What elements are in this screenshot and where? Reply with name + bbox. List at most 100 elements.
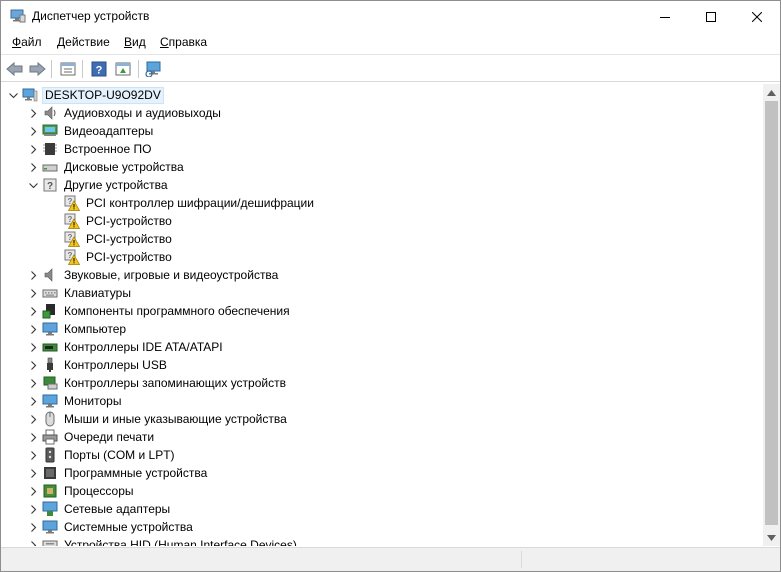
chevron-right-icon[interactable] — [29, 487, 38, 496]
tree-category-item[interactable]: Звуковые, игровые и видеоустройства — [28, 266, 280, 284]
chevron-right-icon[interactable] — [29, 289, 38, 298]
tree-category-label: Программные устройства — [64, 465, 208, 480]
chevron-right-icon[interactable] — [29, 451, 38, 460]
help-button[interactable]: ? — [88, 58, 110, 80]
chevron-down-icon[interactable] — [9, 91, 18, 100]
status-divider — [521, 551, 522, 568]
tree-device-item[interactable]: ? PCI контроллер шифрации/дешифрации — [64, 194, 316, 212]
chevron-right-icon[interactable] — [29, 541, 38, 546]
tree-category-label: Мониторы — [64, 393, 122, 408]
maximize-button[interactable] — [688, 1, 734, 32]
scroll-down-icon — [767, 534, 776, 541]
menu-bar: Файл Действие Вид Справка — [1, 32, 780, 53]
close-icon — [752, 11, 762, 22]
chevron-down-icon[interactable] — [29, 181, 38, 190]
vertical-scrollbar[interactable] — [763, 84, 780, 546]
chevron-right-icon[interactable] — [29, 433, 38, 442]
tree-category-label: Дисковые устройства — [64, 159, 184, 174]
tree-category-item[interactable]: Порты (COM и LPT) — [28, 446, 177, 464]
tree-category-label: Мыши и иные указывающие устройства — [64, 411, 287, 426]
chevron-right-icon[interactable] — [29, 469, 38, 478]
properties-button[interactable] — [57, 58, 79, 80]
scroll-thumb[interactable] — [765, 101, 778, 525]
tree-category-label: Контроллеры IDE ATA/ATAPI — [64, 339, 223, 354]
display-adapter-icon — [42, 124, 58, 136]
port-icon — [45, 447, 55, 463]
tree-category-label: Клавиатуры — [64, 285, 131, 300]
tree-category-label: Контроллеры запоминающих устройств — [64, 375, 286, 390]
tree-category-item[interactable]: Программные устройства — [28, 464, 209, 482]
tree-category-label: Порты (COM и LPT) — [64, 447, 175, 462]
chevron-right-icon[interactable] — [29, 109, 38, 118]
firmware-icon — [43, 143, 57, 155]
software-device-icon — [44, 467, 56, 479]
scan-hardware-icon — [145, 61, 161, 77]
chevron-right-icon[interactable] — [29, 271, 38, 280]
forward-button[interactable] — [26, 58, 48, 80]
tree-category-item[interactable]: Компоненты программного обеспечения — [28, 302, 292, 320]
device-manager-icon — [10, 9, 26, 23]
other-devices-icon: ? — [43, 178, 57, 192]
tree-device-item[interactable]: ? PCI-устройство — [64, 212, 174, 230]
ide-controller-icon — [42, 343, 58, 352]
computer-icon — [22, 88, 38, 102]
tree-category-item[interactable]: Мыши и иные указывающие устройства — [28, 410, 289, 428]
tree-category-label: Системные устройства — [64, 519, 193, 534]
chevron-right-icon[interactable] — [29, 307, 38, 316]
close-button[interactable] — [734, 1, 780, 32]
menu-action[interactable]: Действие — [57, 35, 110, 50]
scroll-down-button[interactable] — [763, 529, 780, 546]
menu-help[interactable]: Справка — [160, 35, 207, 50]
tree-category-item[interactable]: Компьютер — [28, 320, 128, 338]
tree-category-item[interactable]: Контроллеры запоминающих устройств — [28, 374, 288, 392]
tree-category-label: Процессоры — [64, 483, 134, 498]
tree-root-node[interactable]: DESKTOP-U9O92DV — [8, 86, 164, 104]
toolbar-separator — [138, 60, 139, 78]
chevron-right-icon[interactable] — [29, 397, 38, 406]
tree-category-item[interactable]: Очереди печати — [28, 428, 156, 446]
tree-category-item[interactable]: ? Другие устройства — [28, 176, 170, 194]
tree-device-label: PCI-устройство — [86, 213, 172, 228]
minimize-icon — [660, 16, 670, 18]
title-bar[interactable]: Диспетчер устройств — [1, 1, 780, 32]
tree-device-item[interactable]: ? PCI-устройство — [64, 248, 174, 266]
tree-category-item[interactable]: Системные устройства — [28, 518, 195, 536]
back-button[interactable] — [4, 58, 26, 80]
scan-hardware-button[interactable] — [143, 58, 165, 80]
tree-category-item[interactable]: Устройства HID (Human Interface Devices) — [28, 536, 299, 546]
chevron-right-icon[interactable] — [29, 361, 38, 370]
chevron-right-icon[interactable] — [29, 127, 38, 136]
chevron-right-icon[interactable] — [29, 325, 38, 334]
tree-category-item[interactable]: Мониторы — [28, 392, 123, 410]
minimize-button[interactable] — [642, 1, 688, 32]
hid-icon — [42, 540, 58, 546]
chevron-right-icon[interactable] — [29, 163, 38, 172]
chevron-right-icon[interactable] — [29, 379, 38, 388]
device-tree[interactable]: DESKTOP-U9O92DV Аудиовходы и аудиовыходы… — [2, 84, 763, 546]
tree-category-item[interactable]: Аудиовходы и аудиовыходы — [28, 104, 223, 122]
chevron-right-icon[interactable] — [29, 415, 38, 424]
tree-device-label: PCI-устройство — [86, 231, 172, 246]
chevron-right-icon[interactable] — [29, 505, 38, 514]
tree-category-item[interactable]: Клавиатуры — [28, 284, 133, 302]
tree-category-item[interactable]: Дисковые устройства — [28, 158, 186, 176]
tree-category-label: Очереди печати — [64, 429, 155, 444]
tree-category-item[interactable]: Процессоры — [28, 482, 136, 500]
chevron-right-icon[interactable] — [29, 343, 38, 352]
tree-category-item[interactable]: Контроллеры IDE ATA/ATAPI — [28, 338, 225, 356]
svg-text:?: ? — [96, 65, 103, 77]
disk-drive-icon — [42, 164, 58, 172]
menu-file[interactable]: Файл — [12, 35, 42, 50]
software-component-icon — [42, 304, 55, 319]
update-driver-button[interactable] — [112, 58, 134, 80]
tree-category-item[interactable]: Контроллеры USB — [28, 356, 169, 374]
chevron-right-icon[interactable] — [29, 523, 38, 532]
tree-device-item[interactable]: ? PCI-устройство — [64, 230, 174, 248]
menu-view[interactable]: Вид — [124, 35, 146, 50]
tree-category-item[interactable]: Встроенное ПО — [28, 140, 153, 158]
tree-category-item[interactable]: Видеоадаптеры — [28, 122, 155, 140]
tree-category-item[interactable]: Сетевые адаптеры — [28, 500, 172, 518]
tree-category-label: Сетевые адаптеры — [64, 501, 171, 516]
chevron-right-icon[interactable] — [29, 145, 38, 154]
scroll-up-button[interactable] — [763, 84, 780, 101]
